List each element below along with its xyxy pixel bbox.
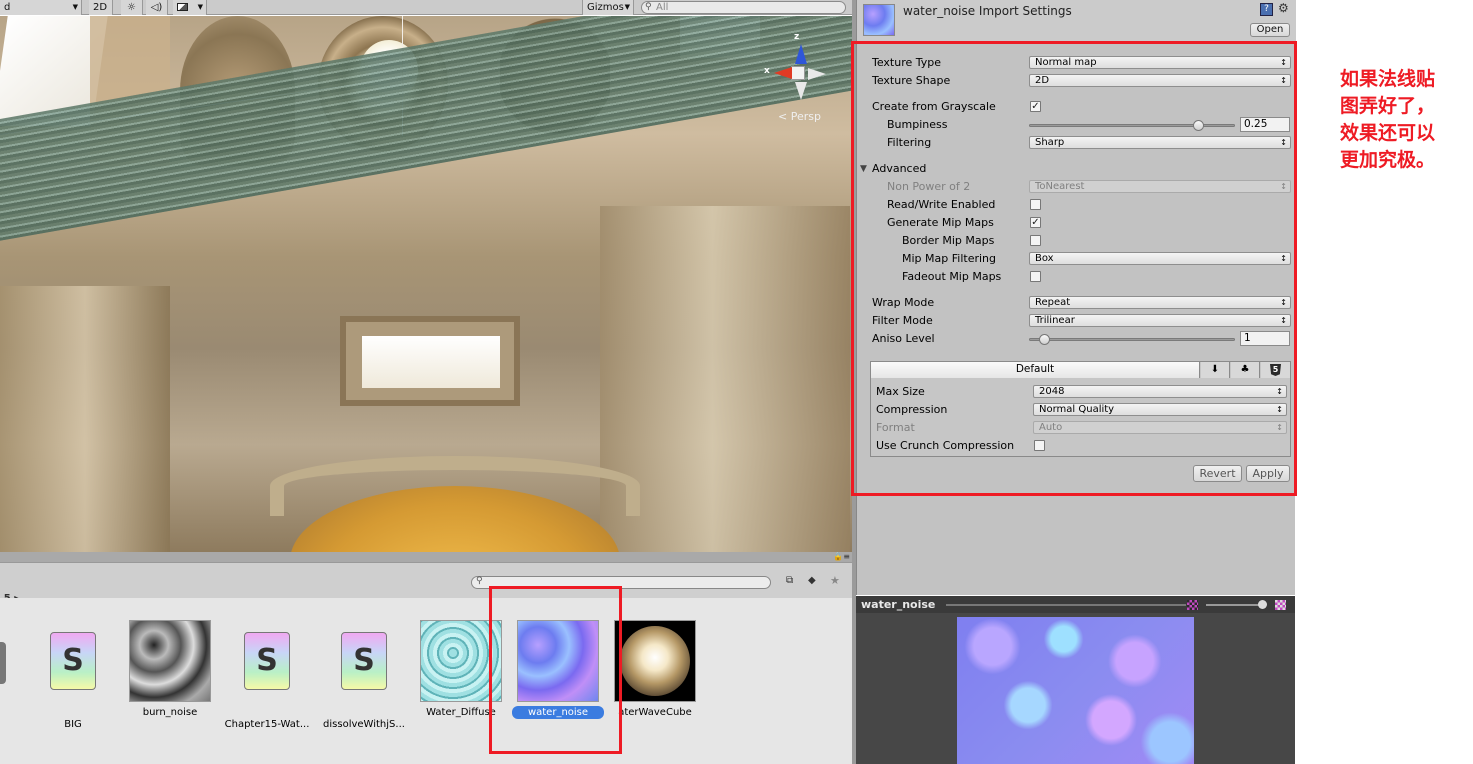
- annotation-note: 如果法线贴 图弄好了， 效果还可以 更加究极。: [1340, 66, 1473, 174]
- pillar-left: [0, 286, 170, 552]
- gizmo-z-axis[interactable]: [795, 44, 807, 64]
- highlight-box-import-settings: [851, 41, 1297, 496]
- cubemap-thumbnail: [614, 620, 696, 702]
- chevron-down-icon: ▼: [72, 3, 78, 11]
- audio-toggle-icon[interactable]: ◁): [146, 0, 168, 15]
- project-toolbar: ⚲ ⧉ ◆ ★ .5 ▸: [0, 562, 852, 604]
- effects-dropdown-icon[interactable]: ▼: [173, 0, 207, 15]
- search-icon: ⚲: [645, 2, 652, 12]
- chevron-down-icon: ▼: [197, 3, 203, 11]
- favorites-star-icon[interactable]: ★: [830, 574, 840, 587]
- asset-tile[interactable]: S dissolveWithjS...: [316, 620, 412, 731]
- shader-file-icon: S: [341, 632, 387, 690]
- asset-tile[interactable]: burn_noise: [122, 620, 218, 719]
- arch-molding: [270, 456, 640, 516]
- asset-tile[interactable]: S Chapter15-Wat...: [219, 620, 315, 731]
- chevron-down-icon: ▼: [624, 3, 630, 11]
- annotation-line: 效果还可以: [1340, 122, 1436, 144]
- shading-mode-label: d: [4, 2, 11, 13]
- filter-by-label-icon[interactable]: ◆: [808, 575, 816, 586]
- scene-viewport[interactable]: z x < Persp: [0, 16, 852, 552]
- scene-search-input[interactable]: ⚲ All: [641, 1, 846, 14]
- gizmo-x-label: x: [764, 66, 770, 76]
- gizmos-label: Gizmos: [587, 2, 624, 13]
- gizmo-neg-x-axis[interactable]: [808, 68, 826, 80]
- asset-label: dissolveWithjS...: [323, 719, 405, 730]
- shader-file-icon: S: [50, 632, 96, 690]
- preview-drag-handle[interactable]: [946, 604, 1186, 606]
- asset-label: burn_noise: [142, 707, 198, 718]
- texture-asset-icon: [863, 4, 895, 36]
- 2d-toggle-button[interactable]: 2D: [89, 0, 113, 15]
- scene-search-placeholder: All: [656, 2, 669, 13]
- lighting-toggle-icon[interactable]: ☼: [121, 0, 143, 15]
- scene-toolbar: d ▼ 2D ☼ ◁) ▼ Gizmos ▼ ⚲ All: [0, 0, 852, 15]
- orientation-gizmo[interactable]: z x: [764, 32, 830, 106]
- panel-divider: 🔒≡: [0, 552, 856, 562]
- lower-window: [362, 336, 500, 388]
- asset-label: Chapter15-Wat...: [224, 719, 310, 730]
- gizmo-y-axis[interactable]: [795, 82, 807, 100]
- shader-file-icon: S: [244, 632, 290, 690]
- filter-by-type-icon[interactable]: ⧉: [786, 575, 793, 586]
- gear-icon[interactable]: ⚙: [1278, 1, 1289, 15]
- texture-preview-area: [856, 613, 1295, 764]
- normal-map-preview-image: [957, 617, 1194, 764]
- gizmo-center-cube[interactable]: [791, 66, 805, 80]
- inspector-header: water_noise Import Settings ? ⚙ Open: [857, 0, 1296, 42]
- gizmo-z-label: z: [794, 32, 800, 42]
- projection-label[interactable]: < Persp: [778, 110, 821, 123]
- panel-lock-icon[interactable]: 🔒≡: [833, 552, 850, 561]
- noise-texture-thumbnail: [129, 620, 211, 702]
- inspector-title: water_noise Import Settings: [903, 4, 1072, 18]
- asset-tile[interactable]: S BIG: [25, 620, 121, 731]
- annotation-line: 如果法线贴: [1340, 68, 1436, 90]
- asset-label: BIG: [64, 719, 82, 730]
- annotation-line: 图弄好了，: [1340, 95, 1436, 117]
- shading-mode-dropdown[interactable]: d ▼: [0, 0, 82, 15]
- help-icon[interactable]: ?: [1260, 3, 1273, 16]
- highlight-box-selected-asset: [489, 586, 622, 754]
- folder-partial-icon[interactable]: [0, 642, 6, 684]
- search-icon: ⚲: [476, 576, 483, 586]
- gizmo-x-axis[interactable]: [774, 67, 792, 79]
- preview-header[interactable]: water_noise: [856, 596, 1295, 613]
- mip-level-slider-handle[interactable]: [1258, 600, 1267, 609]
- alpha-toggle-icon[interactable]: [1187, 600, 1198, 610]
- annotation-line: 更加究极。: [1340, 149, 1436, 171]
- mip-level-large-icon[interactable]: [1275, 600, 1286, 610]
- gizmos-dropdown[interactable]: Gizmos ▼: [582, 0, 634, 15]
- project-asset-grid: S BIG burn_noise S Chapter15-Wat... S di…: [0, 598, 852, 764]
- open-button[interactable]: Open: [1250, 23, 1290, 37]
- mip-level-slider-track[interactable]: [1206, 604, 1266, 606]
- preview-title: water_noise: [861, 598, 936, 611]
